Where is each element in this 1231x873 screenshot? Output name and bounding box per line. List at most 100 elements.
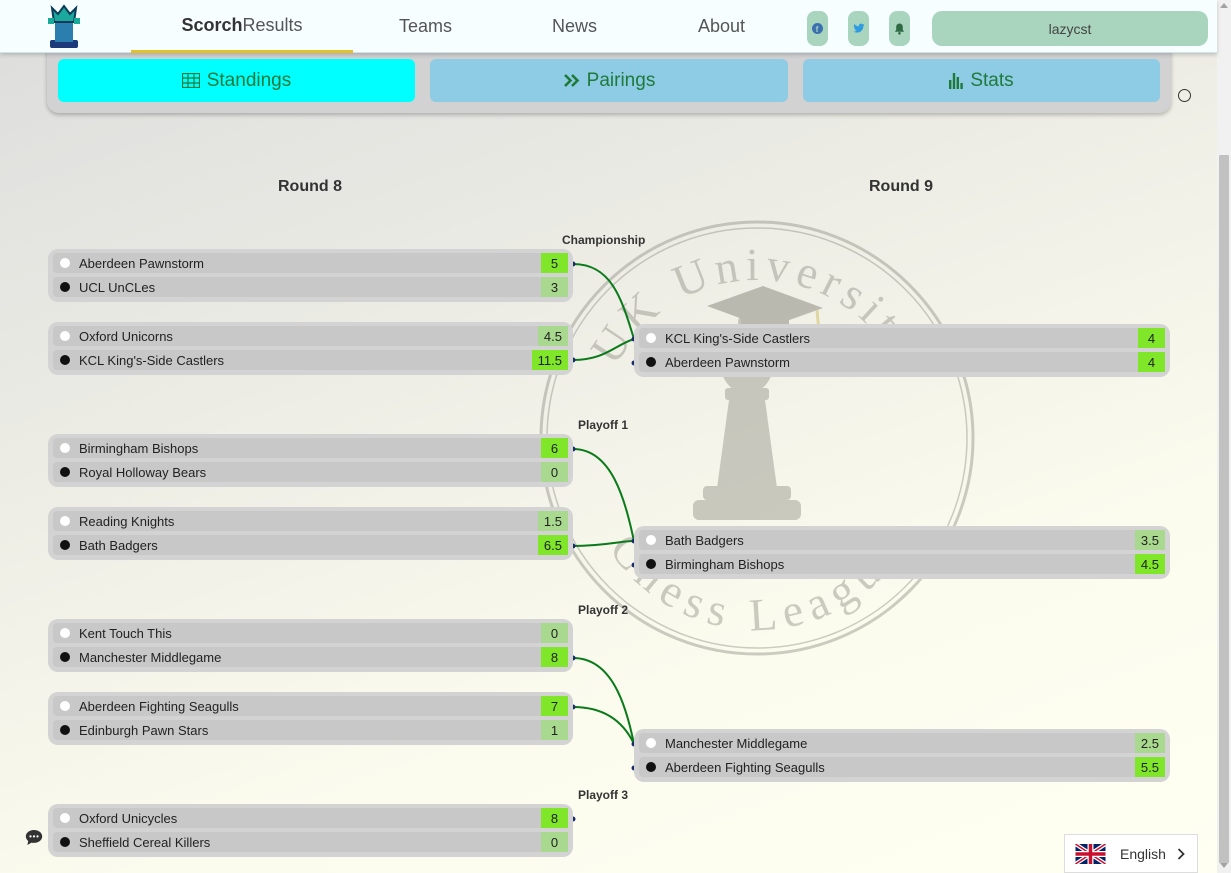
- bell-icon: [894, 23, 905, 35]
- brand-rest: Results: [242, 14, 303, 35]
- team-row-black: Edinburgh Pawn Stars 1: [53, 720, 568, 740]
- nav-news-link[interactable]: News: [552, 0, 597, 53]
- connector-line: [572, 263, 635, 340]
- team-row-white: Bath Badgers 3.5: [639, 530, 1165, 550]
- round8-match[interactable]: Oxford Unicorns 4.5 KCL King's-Side Castl…: [48, 322, 573, 375]
- user-account-button[interactable]: lazycst: [932, 11, 1208, 46]
- top-navbar: Scorch Results Teams News About f lazycst: [0, 0, 1217, 53]
- nav-teams-link[interactable]: Teams: [399, 0, 452, 53]
- team-row-white: Kent Touch This 0: [53, 623, 568, 643]
- team-name: Sheffield Cereal Killers: [79, 835, 211, 850]
- team-row-black: UCL UnCLes 3: [53, 277, 568, 297]
- twitter-button[interactable]: [848, 11, 869, 46]
- team-row-white: Aberdeen Fighting Seagulls 7: [53, 696, 568, 716]
- team-row-white: Manchester Middlegame 2.5: [639, 733, 1165, 753]
- round9-match[interactable]: Bath Badgers 3.5 Birmingham Bishops 4.5: [634, 526, 1170, 579]
- black-piece-icon: [60, 652, 70, 662]
- team-name: Aberdeen Pawnstorm: [665, 355, 791, 370]
- chat-bubble-icon[interactable]: [25, 829, 43, 846]
- team-row-black: Birmingham Bishops 4.5: [639, 554, 1165, 574]
- team-score: 0: [541, 462, 568, 482]
- round9-match[interactable]: KCL King's-Side Castlers 4 Aberdeen Pawns…: [634, 324, 1170, 377]
- black-piece-icon: [646, 559, 656, 569]
- round8-match[interactable]: Oxford Unicycles 8 Sheffield Cereal Kille…: [48, 804, 573, 857]
- team-row-white: Oxford Unicycles 8: [53, 808, 568, 828]
- language-label: English: [1120, 845, 1166, 862]
- team-score: 3.5: [1134, 530, 1165, 550]
- facebook-button[interactable]: f: [807, 11, 828, 46]
- team-score: 1: [541, 720, 568, 740]
- language-selector[interactable]: English: [1064, 834, 1198, 873]
- team-score: 0: [541, 832, 568, 852]
- white-piece-icon: [646, 738, 656, 748]
- team-row-white: Aberdeen Pawnstorm 5: [53, 253, 568, 273]
- team-score: 4.5: [537, 326, 568, 346]
- chevron-right-icon: [1177, 848, 1185, 860]
- black-piece-icon: [60, 282, 70, 292]
- team-score: 5: [541, 253, 568, 273]
- team-name: KCL King's-Side Castlers: [665, 331, 811, 346]
- round8-match[interactable]: Aberdeen Fighting Seagulls 7 Edinburgh Pa…: [48, 692, 573, 745]
- connector-line: [572, 338, 635, 361]
- team-score: 8: [541, 647, 568, 667]
- team-name: Aberdeen Pawnstorm: [79, 256, 205, 271]
- round8-match[interactable]: Kent Touch This 0 Manchester Middlegame 8: [48, 619, 573, 672]
- black-piece-icon: [60, 837, 70, 847]
- team-row-black: Sheffield Cereal Killers 0: [53, 832, 568, 852]
- team-score: 4: [1138, 328, 1165, 348]
- team-name: Reading Knights: [79, 514, 175, 529]
- white-piece-icon: [60, 813, 70, 823]
- round8-match[interactable]: Aberdeen Pawnstorm 5 UCL UnCLes 3: [48, 249, 573, 302]
- team-name: Bath Badgers: [665, 533, 744, 548]
- team-row-white: Birmingham Bishops 6: [53, 438, 568, 458]
- svg-text:f: f: [816, 25, 819, 34]
- chess-rook-logo[interactable]: [42, 4, 86, 50]
- team-score: 7: [541, 696, 568, 716]
- white-piece-icon: [60, 516, 70, 526]
- round8-match[interactable]: Reading Knights 1.5 Bath Badgers 6.5: [48, 507, 573, 560]
- team-score: 6: [541, 438, 568, 458]
- round9-match[interactable]: Manchester Middlegame 2.5 Aberdeen Fighti…: [634, 729, 1170, 782]
- brand-tab[interactable]: Scorch Results: [131, 0, 353, 53]
- white-piece-icon: [60, 443, 70, 453]
- white-piece-icon: [60, 701, 70, 711]
- team-name: Royal Holloway Bears: [79, 465, 207, 480]
- team-name: Bath Badgers: [79, 538, 158, 553]
- team-score: 0: [541, 623, 568, 643]
- team-row-black: Aberdeen Pawnstorm 4: [639, 352, 1165, 372]
- black-piece-icon: [646, 762, 656, 772]
- team-score: 4: [1138, 352, 1165, 372]
- uk-flag-icon: [1075, 843, 1106, 864]
- connector-line: [572, 706, 635, 745]
- white-piece-icon: [646, 535, 656, 545]
- black-piece-icon: [60, 540, 70, 550]
- team-score: 11.5: [531, 350, 568, 370]
- team-name: Edinburgh Pawn Stars: [79, 723, 209, 738]
- white-piece-icon: [60, 258, 70, 268]
- brand-bold: Scorch: [181, 14, 243, 35]
- round8-match[interactable]: Birmingham Bishops 6 Royal Holloway Bears…: [48, 434, 573, 487]
- team-row-black: Manchester Middlegame 8: [53, 647, 568, 667]
- team-score: 4.5: [1134, 554, 1165, 574]
- team-score: 2.5: [1134, 733, 1165, 753]
- white-piece-icon: [60, 331, 70, 341]
- nav-about-link[interactable]: About: [698, 0, 745, 53]
- team-score: 5.5: [1134, 757, 1165, 777]
- connector-line: [572, 448, 635, 542]
- facebook-icon: f: [812, 23, 823, 34]
- team-name: Birmingham Bishops: [79, 441, 199, 456]
- team-score: 3: [541, 277, 568, 297]
- team-row-white: Oxford Unicorns 4.5: [53, 326, 568, 346]
- team-row-black: KCL King's-Side Castlers 11.5: [53, 350, 568, 370]
- connector-line: [572, 540, 635, 547]
- team-score: 1.5: [537, 511, 568, 531]
- white-piece-icon: [60, 628, 70, 638]
- team-name: Kent Touch This: [79, 626, 172, 641]
- team-name: Aberdeen Fighting Seagulls: [665, 760, 825, 775]
- white-piece-icon: [646, 333, 656, 343]
- notifications-button[interactable]: [889, 11, 910, 46]
- connector-line: [572, 657, 635, 745]
- twitter-icon: [853, 23, 864, 33]
- team-name: Manchester Middlegame: [665, 736, 808, 751]
- black-piece-icon: [646, 357, 656, 367]
